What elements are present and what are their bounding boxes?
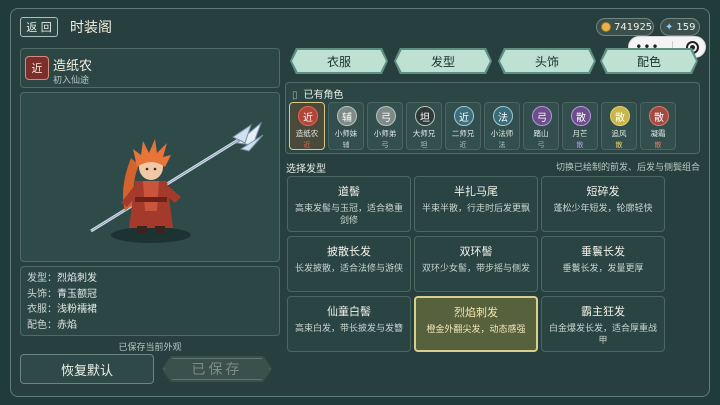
character-sprite	[90, 121, 264, 243]
role-name: 造纸农	[295, 129, 319, 138]
hairstyle-description: 垂鬟长发，发量更厚	[562, 264, 644, 274]
hairstyle-option[interactable]: 道髻高束发髻与玉冠，适合稳重剑修	[287, 176, 411, 232]
role-class-badge: 散	[610, 106, 630, 126]
hairstyle-name: 短碎发	[586, 185, 620, 198]
role-name: 踏山	[533, 129, 549, 138]
hairstyle-option[interactable]: 双环髻双环少女髻，带步摇与侧发	[414, 236, 538, 292]
role-tag: 弓	[537, 141, 545, 149]
role-card[interactable]: 法小法师法	[484, 102, 520, 150]
outfit-info-clothes: 衣服：浅粉襦裙	[27, 304, 97, 315]
role-class-badge: 法	[493, 106, 513, 126]
outfit-info-color: 配色：赤焰	[27, 319, 77, 331]
page-title: 时装阁	[70, 20, 112, 36]
coin-amount: 741925	[614, 21, 653, 33]
hairstyle-name: 霸主狂发	[581, 305, 625, 318]
hairstyle-description: 双环少女髻，带步摇与侧发	[421, 264, 530, 274]
character-card: 近 造纸农 初入仙途	[20, 48, 280, 88]
role-class-badge: 坦	[415, 106, 435, 126]
hairstyle-option[interactable]: 仙童白髻高束白发，带长披发与发簪	[287, 296, 411, 352]
role-tag: 近	[303, 141, 311, 149]
role-tag: 弓	[381, 141, 389, 149]
role-card[interactable]: 弓小师弟弓	[367, 102, 403, 150]
role-name: 小法师	[490, 129, 514, 138]
character-subtitle: 初入仙途	[53, 76, 90, 86]
hairstyle-name: 道髻	[338, 185, 360, 198]
role-name: 凝霜	[650, 129, 666, 138]
role-tag: 辅	[342, 141, 350, 149]
role-class-badge: 弓	[532, 106, 552, 126]
back-button[interactable]: 返 回	[20, 17, 58, 37]
role-class-badge: 辅	[337, 106, 357, 126]
role-name: 大师兄	[412, 129, 436, 138]
role-card[interactable]: 弓踏山弓	[523, 102, 559, 150]
gem-counter[interactable]: ✦ 159	[660, 18, 700, 36]
tab-hairstyle[interactable]: 发型	[394, 48, 492, 74]
role-tag: 法	[498, 141, 506, 149]
role-class-badge: 近	[298, 106, 318, 126]
role-name: 追风	[611, 129, 627, 138]
character-name: 造纸农	[53, 59, 93, 74]
character-preview	[20, 92, 280, 262]
role-name: 二师兄	[451, 129, 475, 138]
outfit-info-headwear: 头饰：青玉额冠	[27, 288, 97, 300]
hair-section-hint: 切换已绘制的前发、后发与侧鬓组合	[555, 163, 700, 173]
hairstyle-description: 白金爆发长发，适合厚重战甲	[548, 324, 657, 346]
hairstyle-description: 高束白发，带长披发与发簪	[294, 324, 403, 334]
owned-roles-title: ▯ 已有角色	[292, 90, 344, 101]
hairstyle-option[interactable]: 半扎马尾半束半散，行走时后发更飘	[414, 176, 538, 232]
tab-clothes[interactable]: 衣服	[290, 48, 388, 74]
coin-counter[interactable]: 741925	[596, 18, 654, 36]
role-card[interactable]: 辅小师妹辅	[328, 102, 364, 150]
role-tag: 近	[459, 141, 467, 149]
role-class-badge: 近	[454, 106, 474, 126]
role-card[interactable]: 散追风散	[601, 102, 637, 150]
role-card[interactable]: 散凝霜散	[640, 102, 676, 150]
hairstyle-description: 长发披散，适合法修与游侠	[294, 264, 403, 274]
role-card[interactable]: 近二师兄近	[445, 102, 481, 150]
role-name: 月芒	[572, 129, 588, 138]
tab-headwear[interactable]: 头饰	[498, 48, 596, 74]
hairstyle-option[interactable]: 短碎发蓬松少年短发，轮廓轻快	[541, 176, 665, 232]
coin-icon	[601, 22, 611, 32]
role-card[interactable]: 近造纸农近	[289, 102, 325, 150]
save-button[interactable]: 已保存	[162, 356, 272, 382]
role-tag: 坦	[420, 141, 428, 149]
role-class-badge: 散	[571, 106, 591, 126]
outfit-info-hair: 发型：烈焰刺发	[27, 273, 97, 284]
role-tag: 散	[654, 141, 662, 149]
tab-color[interactable]: 配色	[600, 48, 698, 74]
gem-amount: 159	[676, 21, 696, 33]
role-tag: 散	[615, 141, 623, 149]
hairstyle-name: 烈焰刺发	[454, 306, 498, 319]
gem-icon: ✦	[665, 21, 674, 33]
hairstyle-description: 蓬松少年短发，轮廓轻快	[553, 204, 653, 214]
role-class-badge: 散	[649, 106, 669, 126]
hairstyle-option[interactable]: 披散长发长发披散，适合法修与游侠	[287, 236, 411, 292]
hairstyle-description: 高束发髻与玉冠，适合稳重剑修	[294, 204, 403, 226]
role-tag: 散	[576, 141, 584, 149]
role-card[interactable]: 坦大师兄坦	[406, 102, 442, 150]
hairstyle-name: 披散长发	[327, 245, 371, 258]
role-class-badge: 弓	[376, 106, 396, 126]
outfit-info-panel: 发型：烈焰刺发 头饰：青玉额冠 衣服：浅粉襦裙 配色：赤焰	[20, 266, 280, 336]
saved-status-note: 已保存当前外观	[118, 343, 182, 353]
hairstyle-name: 半扎马尾	[454, 185, 498, 198]
character-class-badge: 近	[25, 56, 49, 80]
hairstyle-name: 仙童白髻	[327, 305, 371, 318]
hairstyle-name: 垂鬟长发	[581, 245, 625, 258]
hair-section-label: 选择发型	[286, 164, 326, 175]
hairstyle-option[interactable]: 垂鬟长发垂鬟长发，发量更厚	[541, 236, 665, 292]
hairstyle-option[interactable]: 霸主狂发白金爆发长发，适合厚重战甲	[541, 296, 665, 352]
reset-default-button[interactable]: 恢复默认	[20, 354, 154, 384]
role-name: 小师弟	[373, 129, 397, 138]
hairstyle-description: 橙金外翻尖发，动态感强	[426, 325, 526, 335]
role-card[interactable]: 散月芒散	[562, 102, 598, 150]
hairstyle-description: 半束半散，行走时后发更飘	[421, 204, 530, 214]
role-name: 小师妹	[334, 129, 358, 138]
hairstyle-name: 双环髻	[459, 245, 493, 258]
hairstyle-option[interactable]: 烈焰刺发橙金外翻尖发，动态感强	[414, 296, 538, 352]
